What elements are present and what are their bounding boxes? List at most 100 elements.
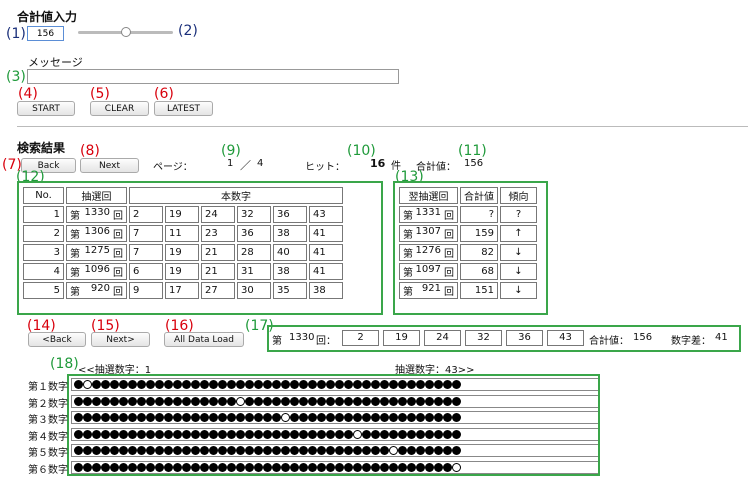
annotation-18: (18) [50,356,79,372]
row-no: 4 [23,263,64,280]
dot [236,380,245,389]
next-detail-button[interactable]: Next> [91,332,150,347]
dot [164,413,173,422]
dot [317,462,326,472]
dot [299,380,308,389]
dot [425,429,434,439]
dot [308,446,317,455]
dot [164,446,173,455]
dot [173,413,182,422]
sum-slider-track[interactable] [78,27,173,37]
dot [155,429,164,439]
dot [146,429,155,439]
dot [407,462,416,472]
dot [218,446,227,455]
dot [182,413,191,422]
row-next-draw-number: 1307 [415,226,441,237]
sum-slider-knob[interactable] [120,27,131,37]
dot [398,380,407,389]
dot-selected [236,396,245,406]
row-number: 11 [165,225,199,242]
dot [362,446,371,455]
row-sum: 82 [460,244,498,261]
next-draw-table: 翌抽選回 合計値 傾向 第 1331 回?? 第 1307 回 159 ↑ 第 1276 回 82 ↓ 第… [397,185,539,301]
dot [389,396,398,406]
dot [146,462,155,472]
message-field[interactable] [27,69,399,84]
row-next-draw-suffix: 回 [444,211,454,222]
next-button[interactable]: Next [80,158,139,173]
row-trend: ↓ [500,263,537,280]
table-row: 5 第 920 回 9 17 27 30 35 38 [23,282,343,299]
dot [101,429,110,439]
dot [362,429,371,439]
dot [218,413,227,422]
dot [443,429,452,439]
dot [209,413,218,422]
header-numbers: 本数字 [129,187,343,204]
dot [407,413,416,422]
latest-button[interactable]: LATEST [154,101,213,116]
dot [407,446,416,455]
dot [263,413,272,422]
dot [326,446,335,455]
dot [191,462,200,472]
dot [83,462,92,472]
row-number: 24 [201,206,235,223]
dot-grid-box [67,374,600,476]
dot [101,413,110,422]
dot [227,413,236,422]
row-number: 41 [309,244,343,261]
dot [425,380,434,389]
dot [434,446,443,455]
dot [128,396,137,406]
dot [173,429,182,439]
dot [182,429,191,439]
row-draw-number: 1306 [84,226,110,237]
table-row: 第 1307 回 159 ↑ [399,225,537,242]
dot [344,429,353,439]
dot [416,380,425,389]
dot [353,462,362,472]
dot [182,380,191,389]
dot [389,380,398,389]
back-detail-button[interactable]: <Back [28,332,86,347]
dot [110,413,119,422]
dot [227,429,236,439]
dot [326,429,335,439]
detail-draw: 1330 [289,332,315,343]
sum-value-input[interactable] [27,26,64,41]
row-next-draw: 第 1097 回 [399,263,458,280]
start-button[interactable]: START [17,101,75,116]
row-number: 35 [273,282,307,299]
dot-row-label: 第２数字 [28,398,68,410]
dot [281,380,290,389]
results-table-box: No. 抽選回 本数字 1 第 1330 回 2 19 24 32 36 43 2 第 1306 回 7 11… [17,181,383,315]
row-number: 36 [273,206,307,223]
dot [101,396,110,406]
dot [263,396,272,406]
row-draw-suffix: 回 [113,249,123,260]
dot [209,396,218,406]
dot [254,446,263,455]
sum-result: 156 [464,158,484,169]
row-draw-suffix: 回 [113,211,123,222]
detail-sum-label: 合計値： [589,336,629,347]
row-next-draw-prefix: 第 [403,268,413,279]
dot [173,396,182,406]
row-sum: 159 [460,225,498,242]
all-data-load-button[interactable]: All Data Load [164,332,244,347]
dot [146,380,155,389]
annotation-2: (2) [178,23,198,39]
dot [272,380,281,389]
dot [101,446,110,455]
row-number: 2 [129,206,163,223]
dot [164,380,173,389]
dot [353,446,362,455]
dot [209,380,218,389]
dot [335,429,344,439]
dot [344,380,353,389]
clear-button[interactable]: CLEAR [90,101,149,116]
row-draw-suffix: 回 [113,287,123,298]
dot [335,413,344,422]
